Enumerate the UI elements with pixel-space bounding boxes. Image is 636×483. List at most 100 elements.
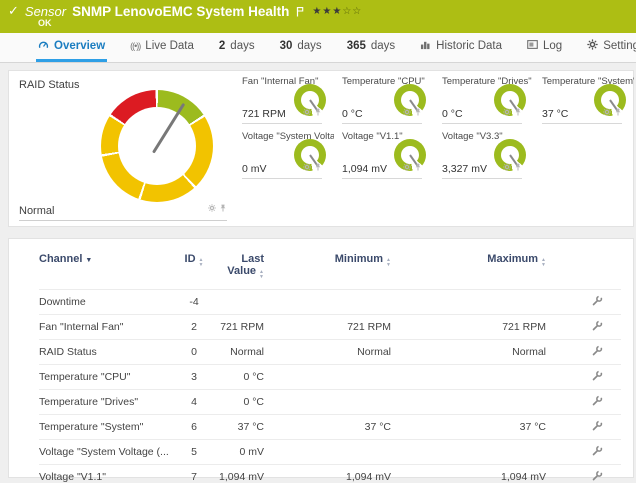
channel-name: Temperature "CPU" (39, 365, 174, 390)
channel-settings-wrench-icon[interactable] (592, 347, 603, 359)
column-header-minimum[interactable]: Minimum▲▼ (264, 245, 391, 290)
gauge-card-fan-internal-fan: Fan "Internal Fan" 721 RPM (242, 76, 322, 124)
channel-name: Voltage "V1.1" (39, 465, 174, 483)
gauge-value: 0 °C (342, 108, 363, 120)
column-header-maximum[interactable]: Maximum▲▼ (391, 245, 546, 290)
channel-name: Downtime (39, 290, 174, 315)
gauge-value: 3,327 mV (442, 163, 487, 175)
sensor-status-badge: OK (38, 18, 628, 28)
tab-live-data[interactable]: ((•)) Live Data (128, 33, 196, 62)
gauge-value: 0 mV (242, 163, 267, 175)
sensor-header: ✓ Sensor SNMP LenovoEMC System Health ★★… (0, 0, 636, 33)
column-header-last-value[interactable]: Last Value▲▼ (214, 245, 264, 290)
sensor-title: SNMP LenovoEMC System Health (72, 4, 289, 19)
channels-table: Channel▼ ID▲▼ Last Value▲▼ Minimum▲▼ Max… (39, 245, 621, 483)
gauge-value: 1,094 mV (342, 163, 387, 175)
gear-icon[interactable] (403, 158, 411, 176)
raid-status-gauge-card: RAID Status Normal (9, 71, 237, 226)
table-row: Temperature "System"637 °C37 °C37 °C (39, 415, 621, 440)
channel-settings-wrench-icon[interactable] (592, 297, 603, 309)
channel-name: Temperature "Drives" (39, 390, 174, 415)
channel-settings-wrench-icon[interactable] (592, 472, 603, 483)
channel-settings-wrench-icon[interactable] (592, 447, 603, 459)
priority-stars[interactable]: ★★★☆☆ (312, 6, 362, 17)
gauge-card-temperature-drives: Temperature "Drives" 0 °C (442, 76, 522, 124)
gauge-label: Temperature "Drives" (442, 76, 534, 87)
channel-settings-wrench-icon[interactable] (592, 422, 603, 434)
channel-settings-wrench-icon[interactable] (592, 322, 603, 334)
status-ok-icon: ✓ (8, 3, 19, 19)
sort-icon: ▲▼ (541, 258, 546, 267)
table-row: Temperature "Drives"40 °C (39, 390, 621, 415)
gauge-value: 0 °C (442, 108, 463, 120)
tab-historic-data[interactable]: Historic Data (418, 33, 504, 62)
tab-overview[interactable]: Overview (36, 33, 107, 62)
gauge-label: Temperature "CPU" (342, 76, 434, 87)
gauge-card-temperature-system: Temperature "System" 37 °C (542, 76, 622, 124)
object-kind-label: Sensor (25, 4, 66, 19)
gauge-card-voltage-v3-3: Voltage "V3.3" 3,327 mV (442, 131, 522, 179)
channel-name: Voltage "System Voltage (... (39, 440, 174, 465)
raid-gauge-dial[interactable] (101, 90, 213, 202)
gear-icon[interactable] (503, 103, 511, 121)
tab-log[interactable]: Log (525, 33, 564, 62)
table-row: Temperature "CPU"30 °C (39, 365, 621, 390)
gauge-label: Temperature "System" (542, 76, 634, 87)
table-row: Voltage "System Voltage (...50 mV (39, 440, 621, 465)
pin-icon[interactable] (514, 158, 522, 176)
small-gauges-grid: Fan "Internal Fan" 721 RPM Temperature "… (237, 71, 636, 226)
tab-30-days[interactable]: 30days (278, 33, 324, 62)
gauge-label: Voltage "V3.3" (442, 131, 534, 142)
channel-settings-wrench-icon[interactable] (592, 397, 603, 409)
pin-icon[interactable] (514, 103, 522, 121)
gauge-label: Voltage "V1.1" (342, 131, 434, 142)
log-icon (527, 40, 538, 52)
gauge-card-voltage-system-voltage: Voltage "System Voltage (12... 0 mV (242, 131, 322, 179)
channel-name: Temperature "System" (39, 415, 174, 440)
gear-icon[interactable] (303, 158, 311, 176)
gear-icon[interactable] (603, 103, 611, 121)
flag-icon[interactable] (296, 6, 304, 17)
table-row: RAID Status0NormalNormalNormal (39, 340, 621, 365)
channel-name: RAID Status (39, 340, 174, 365)
gauge-icon (38, 39, 49, 53)
tab-2-days[interactable]: 2days (217, 33, 257, 62)
channel-settings-wrench-icon[interactable] (592, 372, 603, 384)
live-data-icon: ((•)) (130, 41, 140, 51)
pin-icon[interactable] (414, 158, 422, 176)
column-header-channel[interactable]: Channel▼ (39, 245, 174, 290)
tab-bar: Overview ((•)) Live Data 2days 30days 36… (0, 33, 636, 63)
chart-icon (420, 40, 431, 53)
sort-icon: ▲▼ (386, 258, 391, 267)
gear-icon[interactable] (208, 199, 216, 217)
gauge-value: 721 RPM (242, 108, 286, 120)
tab-365-days[interactable]: 365days (345, 33, 397, 62)
gauge-card-voltage-v1-1: Voltage "V1.1" 1,094 mV (342, 131, 422, 179)
raid-gauge-title: RAID Status (19, 79, 80, 91)
table-row: Voltage "V1.1"71,094 mV1,094 mV1,094 mV (39, 465, 621, 483)
gauge-label: Voltage "System Voltage (12... (242, 131, 334, 142)
gauge-card-temperature-cpu: Temperature "CPU" 0 °C (342, 76, 422, 124)
pin-icon[interactable] (314, 158, 322, 176)
gear-icon[interactable] (303, 103, 311, 121)
channel-name: Fan "Internal Fan" (39, 315, 174, 340)
pin-icon[interactable] (219, 199, 227, 217)
channels-panel: Channel▼ ID▲▼ Last Value▲▼ Minimum▲▼ Max… (8, 238, 634, 478)
raid-gauge-value: Normal (19, 205, 54, 217)
table-row: Fan "Internal Fan"2721 RPM721 RPM721 RPM (39, 315, 621, 340)
gear-icon[interactable] (403, 103, 411, 121)
tab-settings[interactable]: Settings (585, 33, 636, 62)
sort-icon: ▲▼ (199, 258, 204, 267)
sort-icon: ▲▼ (259, 270, 264, 279)
gear-icon (587, 39, 598, 53)
pin-icon[interactable] (414, 103, 422, 121)
table-row: Downtime-4 (39, 290, 621, 315)
gauge-value: 37 °C (542, 108, 568, 120)
pin-icon[interactable] (614, 103, 622, 121)
gauge-label: Fan "Internal Fan" (242, 76, 334, 87)
gear-icon[interactable] (503, 158, 511, 176)
pin-icon[interactable] (314, 103, 322, 121)
sort-desc-icon: ▼ (85, 257, 92, 264)
column-header-id[interactable]: ID▲▼ (174, 245, 214, 290)
gauges-panel: RAID Status Normal Fan "Internal Fan" 72… (8, 70, 634, 227)
